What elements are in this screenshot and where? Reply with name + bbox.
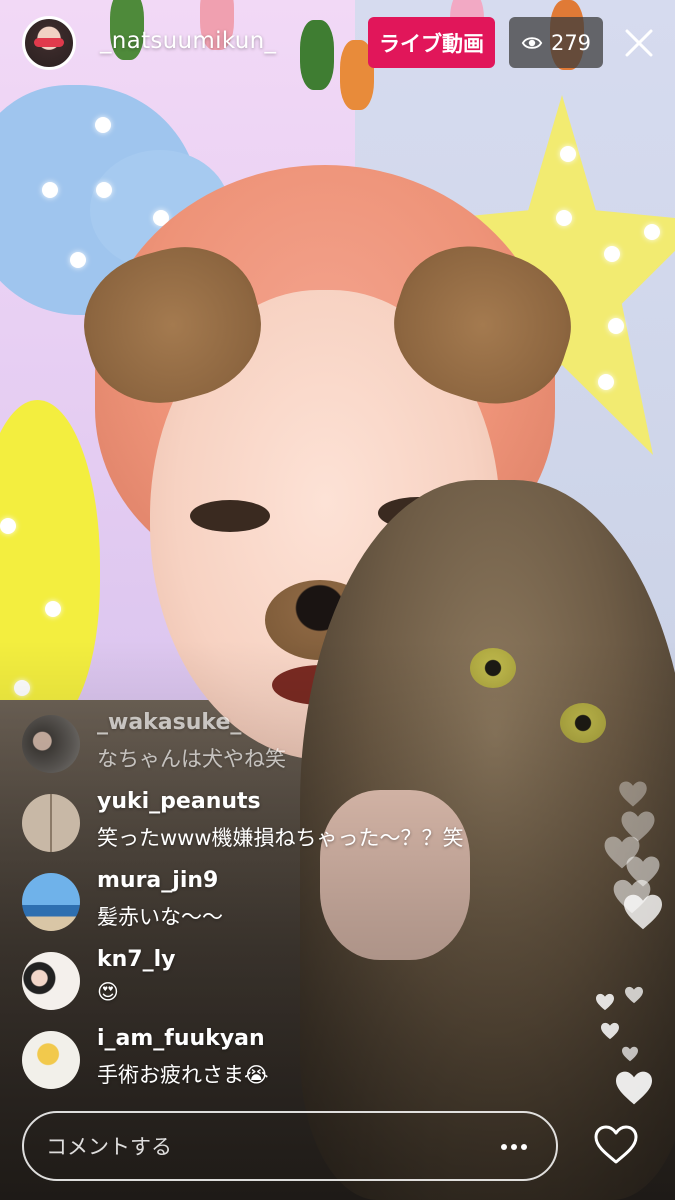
- heart-icon[interactable]: [593, 1124, 639, 1166]
- commenter-avatar[interactable]: [22, 873, 80, 931]
- comment-item: kn7_ly 😍: [22, 947, 582, 1026]
- floating-heart-icon: [601, 1022, 619, 1040]
- host-username[interactable]: _natsuumikun_: [100, 28, 276, 54]
- floating-heart-icon: [622, 1046, 638, 1062]
- comment-feed: _wakasuke_ なちゃんは犬やね笑 yuki_peanuts 笑ったwww…: [22, 710, 582, 1105]
- viewer-count-badge[interactable]: 279: [509, 17, 603, 68]
- viewer-count: 279: [550, 30, 592, 55]
- commenter-avatar[interactable]: [22, 794, 80, 852]
- commenter-avatar[interactable]: [22, 715, 80, 773]
- floating-heart-icon: [619, 781, 647, 807]
- commenter-username[interactable]: kn7_ly: [97, 947, 175, 972]
- comment-text: 笑ったwww機嫌損ねちゃった〜？？笑: [97, 826, 464, 850]
- floating-heart-icon: [624, 894, 662, 930]
- floating-heart-icon: [625, 986, 643, 1004]
- comment-text: なちゃんは犬やね笑: [97, 747, 286, 771]
- commenter-username[interactable]: _wakasuke_: [97, 710, 241, 735]
- commenter-username[interactable]: i_am_fuukyan: [97, 1026, 265, 1051]
- floating-heart-icon: [596, 993, 614, 1011]
- host-avatar[interactable]: [22, 16, 76, 70]
- live-header: _natsuumikun_ ライブ動画 279: [0, 0, 675, 90]
- comment-input[interactable]: [44, 1113, 488, 1181]
- commenter-username[interactable]: mura_jin9: [97, 868, 218, 893]
- comment-composer[interactable]: [22, 1111, 558, 1181]
- comment-item: mura_jin9 髪赤いな〜〜: [22, 868, 582, 947]
- comment-item: i_am_fuukyan 手術お疲れさま😭: [22, 1026, 582, 1105]
- live-badge: ライブ動画: [368, 17, 495, 68]
- more-options-icon[interactable]: [500, 1143, 528, 1151]
- comment-text: 😍: [97, 980, 119, 1004]
- floating-heart-icon: [616, 1071, 652, 1105]
- eye-icon: [521, 36, 543, 49]
- commenter-avatar[interactable]: [22, 952, 80, 1010]
- comment-item: _wakasuke_ なちゃんは犬やね笑: [22, 710, 582, 789]
- comment-text: 手術お疲れさま😭: [97, 1063, 269, 1087]
- commenter-username[interactable]: yuki_peanuts: [97, 789, 261, 814]
- commenter-avatar[interactable]: [22, 1031, 80, 1089]
- comment-item: yuki_peanuts 笑ったwww機嫌損ねちゃった〜？？笑: [22, 789, 582, 868]
- close-icon[interactable]: [622, 26, 656, 60]
- comment-text: 髪赤いな〜〜: [97, 905, 223, 929]
